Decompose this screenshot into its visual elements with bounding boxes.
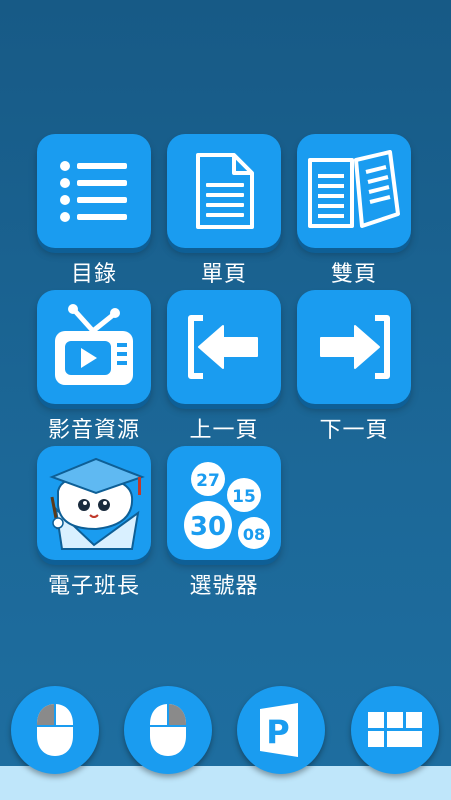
media-button[interactable]	[37, 290, 151, 404]
mouse-right-button[interactable]	[124, 686, 212, 774]
toc-label: 目錄	[70, 262, 117, 287]
number-picker-label: 選號器	[189, 574, 259, 599]
toc-button[interactable]	[37, 134, 151, 248]
prev-page-label: 上一頁	[189, 418, 259, 443]
windows-tiles-icon	[368, 712, 422, 747]
class-leader-label: 電子班長	[47, 574, 140, 599]
mouse-left-icon	[37, 704, 73, 756]
windows-tiles-button[interactable]	[351, 686, 439, 774]
mouse-left-button[interactable]	[11, 686, 99, 774]
single-page-label: 單頁	[200, 262, 247, 287]
double-page-button[interactable]	[297, 134, 411, 248]
powerpoint-icon: P	[260, 703, 298, 757]
arrow-right-icon	[320, 315, 390, 379]
ball-15: 15	[232, 487, 256, 507]
double-page-icon	[308, 150, 400, 228]
single-page-icon	[196, 153, 254, 229]
tv-icon	[55, 304, 133, 385]
class-leader-button[interactable]	[37, 446, 151, 560]
svg-text:P: P	[266, 713, 289, 751]
single-page-button[interactable]	[167, 134, 281, 248]
arrow-left-icon	[188, 315, 258, 379]
mascot-icon	[49, 457, 145, 550]
double-page-label: 雙頁	[330, 262, 377, 287]
next-page-button[interactable]	[297, 290, 411, 404]
powerpoint-button[interactable]: P	[237, 686, 325, 774]
number-balls-icon: 27 15 30 08	[184, 462, 270, 549]
prev-page-button[interactable]	[167, 290, 281, 404]
media-label: 影音資源	[47, 418, 140, 443]
ball-08: 08	[243, 525, 265, 544]
list-icon	[60, 161, 127, 222]
mouse-right-icon	[150, 704, 186, 756]
number-picker-button[interactable]: 27 15 30 08	[167, 446, 281, 560]
ball-30: 30	[190, 512, 226, 542]
next-page-label: 下一頁	[319, 418, 389, 443]
ball-27: 27	[196, 471, 220, 491]
